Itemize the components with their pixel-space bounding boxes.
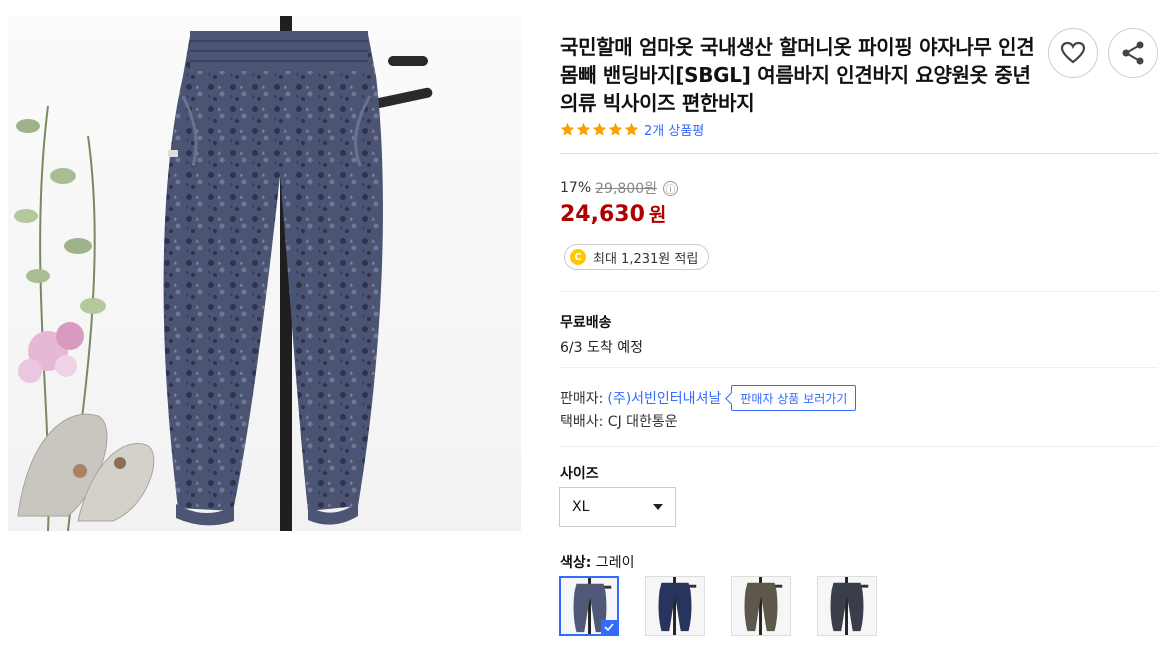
- star-icon: [624, 122, 639, 136]
- divider: [560, 446, 1158, 447]
- share-icon: [1122, 41, 1144, 65]
- seller-products-button[interactable]: 판매자 상품 보러가기: [731, 385, 857, 411]
- arrival-date: 6/3 도착 예정: [560, 340, 643, 356]
- review-count-link[interactable]: 2개 상품평: [644, 120, 704, 139]
- divider: [560, 291, 1158, 292]
- color-selected-value: 그레이: [591, 555, 635, 571]
- wishlist-button[interactable]: [1048, 28, 1098, 78]
- cashback-text: 최대 1,231원 적립: [593, 251, 699, 267]
- swatch-thumbnail: [658, 577, 697, 635]
- courier-info: 택배사: CJ 대한통운: [560, 414, 678, 430]
- share-button[interactable]: [1108, 28, 1158, 78]
- pants-image: [163, 31, 383, 526]
- star-icon: [608, 122, 623, 136]
- swatch-thumbnail: [744, 577, 783, 635]
- color-swatch[interactable]: [645, 576, 705, 636]
- divider: [560, 367, 1158, 368]
- coin-icon: C: [570, 249, 586, 265]
- rating-stars: [560, 122, 639, 137]
- sale-price-row: 24,630 원: [560, 200, 666, 227]
- caret-down-icon: [653, 504, 663, 510]
- shoes-decoration: [17, 413, 155, 522]
- cashback-badge[interactable]: C 최대 1,231원 적립: [564, 244, 710, 270]
- original-price-row: 17% 29,800원 ⓘ: [560, 178, 678, 198]
- seller-label: 판매자:: [560, 391, 604, 407]
- color-swatch[interactable]: [559, 576, 619, 636]
- sale-price-unit: 원: [648, 204, 667, 226]
- size-selected-value: XL: [572, 499, 590, 515]
- product-main-image[interactable]: [8, 16, 521, 531]
- star-icon: [592, 122, 607, 136]
- size-label: 사이즈: [560, 466, 599, 482]
- seller-row: 판매자: (주)서빈인터내셔날 판매자 상품 보러가기: [560, 385, 857, 411]
- heart-icon: [1060, 41, 1086, 64]
- color-label-title: 색상:: [560, 555, 592, 571]
- shipping-title: 무료배송: [560, 315, 612, 331]
- star-icon: [560, 122, 575, 136]
- divider: [560, 153, 1158, 154]
- product-title: 국민할매 엄마옷 국내생산 할머니옷 파이핑 야자나무 인견 몸빼 밴딩바지[S…: [560, 35, 1035, 115]
- color-label: 색상: 그레이: [560, 552, 634, 572]
- star-icon: [576, 122, 591, 136]
- swatch-thumbnail: [830, 577, 869, 635]
- info-icon[interactable]: ⓘ: [663, 180, 678, 196]
- check-icon: [601, 620, 617, 634]
- seller-name-link[interactable]: (주)서빈인터내셔날: [607, 388, 721, 408]
- sale-price: 24,630: [560, 202, 645, 227]
- rating-row[interactable]: 2개 상품평: [560, 120, 704, 139]
- discount-rate: 17%: [560, 180, 592, 196]
- color-swatch[interactable]: [731, 576, 791, 636]
- color-swatches: [559, 576, 877, 636]
- pants-illustration: [14, 16, 433, 531]
- color-swatch[interactable]: [817, 576, 877, 636]
- original-price: 29,800원: [595, 181, 657, 197]
- size-dropdown[interactable]: XL: [559, 487, 676, 527]
